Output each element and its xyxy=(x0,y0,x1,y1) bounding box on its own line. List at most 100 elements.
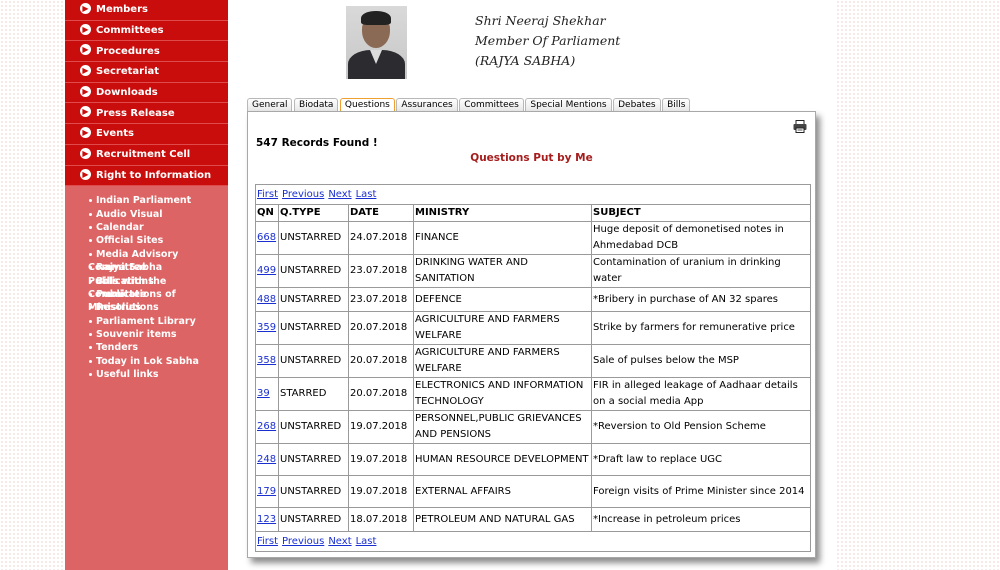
question-number-link[interactable]: 668 xyxy=(257,232,276,243)
date-cell: 20.07.2018 xyxy=(348,344,414,378)
pager-last-link[interactable]: Last xyxy=(356,536,377,547)
pager-bottom: First Previous Next Last xyxy=(255,531,811,552)
arrow-circle-icon: ▶ xyxy=(80,106,91,118)
sidebar-item-downloads[interactable]: ▶ Downloads xyxy=(65,83,228,104)
sidebar-link-today-in-lok-sabha[interactable]: Today in Lok Sabha xyxy=(65,355,228,368)
sidebar-item-label: Members xyxy=(96,4,148,16)
sidebar-link-publications-of-ministries[interactable]: Publications of Ministries xyxy=(65,288,228,313)
records-count: 547 Records Found ! xyxy=(256,137,378,149)
table-row: 248 UNSTARRED 19.07.2018 HUMAN RESOURCE DEV… xyxy=(255,443,811,476)
sidebar-link-label: Useful links xyxy=(96,369,159,381)
sidebar-link-media-advisory-committee[interactable]: Media Advisory Committee xyxy=(65,248,228,273)
arrow-circle-icon: ▶ xyxy=(80,168,91,180)
pager-previous-link[interactable]: Previous xyxy=(282,189,324,200)
date-cell: 20.07.2018 xyxy=(348,311,414,345)
sidebar-item-procedures[interactable]: ▶ Procedures xyxy=(65,41,228,63)
question-number-link[interactable]: 358 xyxy=(257,355,276,366)
member-photo xyxy=(346,6,407,79)
qtype-cell: UNSTARRED xyxy=(278,443,349,476)
pager-first-link[interactable]: First xyxy=(257,536,278,547)
pager-previous-link[interactable]: Previous xyxy=(282,536,324,547)
pager-next-link[interactable]: Next xyxy=(328,189,351,200)
subject-cell: FIR in alleged leakage of Aadhaar detail… xyxy=(591,377,811,411)
ministry-cell: FINANCE xyxy=(413,221,592,255)
sidebar-link-indian-parliament[interactable]: Indian Parliament xyxy=(65,194,228,207)
sidebar-item-recruitment-cell[interactable]: ▶ Recruitment Cell xyxy=(65,145,228,166)
arrow-circle-icon: ▶ xyxy=(80,44,91,56)
question-number-link[interactable]: 488 xyxy=(257,294,276,305)
sidebar-link-label: Calendar xyxy=(96,221,144,233)
tab-debates[interactable]: Debates xyxy=(613,98,661,112)
pager-first-link[interactable]: First xyxy=(257,189,278,200)
tab-biodata[interactable]: Biodata xyxy=(293,98,339,112)
qtype-cell: UNSTARRED xyxy=(278,475,349,508)
sidebar-item-secretariat[interactable]: ▶ Secretariat xyxy=(65,62,228,83)
date-cell: 19.07.2018 xyxy=(348,410,414,444)
sidebar-item-events[interactable]: ▶ Events xyxy=(65,124,228,145)
tab-assurances[interactable]: Assurances xyxy=(396,98,458,112)
sidebar-link-calendar[interactable]: Calendar xyxy=(65,221,228,234)
sidebar-link-tenders[interactable]: Tenders xyxy=(65,341,228,354)
sidebar-link-resolutions[interactable]: Resolutions xyxy=(65,301,228,314)
sidebar-link-useful-links[interactable]: Useful links xyxy=(65,368,228,381)
sidebar-link-bills-with-the-committee[interactable]: Bills with the Committee xyxy=(65,275,228,300)
sidebar-item-committees[interactable]: ▶ Committees xyxy=(65,21,228,42)
question-number-link[interactable]: 248 xyxy=(257,454,276,465)
tab-bills[interactable]: Bills xyxy=(662,98,691,112)
qtype-cell: UNSTARRED xyxy=(278,344,349,378)
table-row: 488 UNSTARRED 23.07.2018 DEFENCE *Bribery in… xyxy=(255,287,811,312)
member-name-block: Shri Neeraj Shekhar Member Of Parliament… xyxy=(475,11,620,71)
ministry-cell: AGRICULTURE AND FARMERS WELFARE xyxy=(413,344,592,378)
date-cell: 19.07.2018 xyxy=(348,475,414,508)
pager-last-link[interactable]: Last xyxy=(356,189,377,200)
sidebar-item-press-release[interactable]: ▶ Press Release xyxy=(65,103,228,125)
ministry-cell: AGRICULTURE AND FARMERS WELFARE xyxy=(413,311,592,345)
tab-special-mentions[interactable]: Special Mentions xyxy=(525,98,612,112)
sidebar-item-label: Recruitment Cell xyxy=(96,149,191,161)
qn-cell: 179 xyxy=(255,475,279,508)
pager-next-link[interactable]: Next xyxy=(328,536,351,547)
sidebar-link-label: Souvenir items xyxy=(96,329,177,341)
sidebar-link-official-sites[interactable]: Official Sites xyxy=(65,234,228,247)
sidebar-item-label: Right to Information xyxy=(96,169,212,181)
arrow-circle-icon: ▶ xyxy=(80,23,91,35)
subject-cell: *Reversion to Old Pension Scheme xyxy=(591,410,811,444)
question-number-link[interactable]: 39 xyxy=(257,388,270,399)
tab-committees[interactable]: Committees xyxy=(459,98,524,112)
sidebar-link-rajya-sabha-publications[interactable]: Rajya Sabha Publications xyxy=(65,261,228,286)
sidebar-item-members[interactable]: ▶ Members xyxy=(65,0,228,21)
sidebar-link-parliament-library[interactable]: Parliament Library xyxy=(65,315,228,328)
question-number-link[interactable]: 499 xyxy=(257,265,276,276)
sidebar-item-label: Downloads xyxy=(96,87,158,99)
table-row: 358 UNSTARRED 20.07.2018 AGRICULTURE AND FA… xyxy=(255,344,811,378)
printer-icon[interactable] xyxy=(793,120,807,133)
sidebar-link-souvenir-items[interactable]: Souvenir items xyxy=(65,328,228,341)
member-designation: Member Of Parliament xyxy=(475,33,621,48)
qtype-cell: UNSTARRED xyxy=(278,410,349,444)
question-number-link[interactable]: 359 xyxy=(257,322,276,333)
column-header-ministry: MINISTRY xyxy=(413,204,592,222)
sidebar-item-right-to-information[interactable]: ▶ Right to Information xyxy=(65,166,228,187)
sidebar-item-label: Secretariat xyxy=(96,66,160,78)
question-number-link[interactable]: 268 xyxy=(257,421,276,432)
questions-table-body: First Previous Next Last QN Q.TYPE DATE MINISTR… xyxy=(255,184,811,552)
question-number-link[interactable]: 179 xyxy=(257,486,276,497)
qn-cell: 668 xyxy=(255,221,279,255)
column-header-q-type: Q.TYPE xyxy=(278,204,349,222)
ministry-cell: DEFENCE xyxy=(413,287,592,312)
sidebar-links: Indian Parliament Audio Visual Calendar Off… xyxy=(65,186,228,381)
qn-cell: 123 xyxy=(255,507,279,532)
tab-general[interactable]: General xyxy=(247,98,293,112)
column-header-date: DATE xyxy=(348,204,414,222)
subject-cell: *Increase in petroleum prices xyxy=(591,507,811,532)
page: ▶ Members ▶ Committees ▶ Procedures ▶ Secretari… xyxy=(65,0,835,570)
sidebar-link-audio-visual[interactable]: Audio Visual xyxy=(65,208,228,221)
question-number-link[interactable]: 123 xyxy=(257,514,276,525)
ministry-cell: PERSONNEL,PUBLIC GRIEVANCES AND PENSIONS xyxy=(413,410,592,444)
pager-cell: First Previous Next Last xyxy=(255,531,811,552)
date-cell: 23.07.2018 xyxy=(348,254,414,288)
qn-cell: 248 xyxy=(255,443,279,476)
table-row: 668 UNSTARRED 24.07.2018 FINANCE Huge deposi… xyxy=(255,221,811,255)
sidebar-link-label: Today in Lok Sabha xyxy=(96,355,199,367)
sidebar-item-label: Events xyxy=(96,128,134,140)
